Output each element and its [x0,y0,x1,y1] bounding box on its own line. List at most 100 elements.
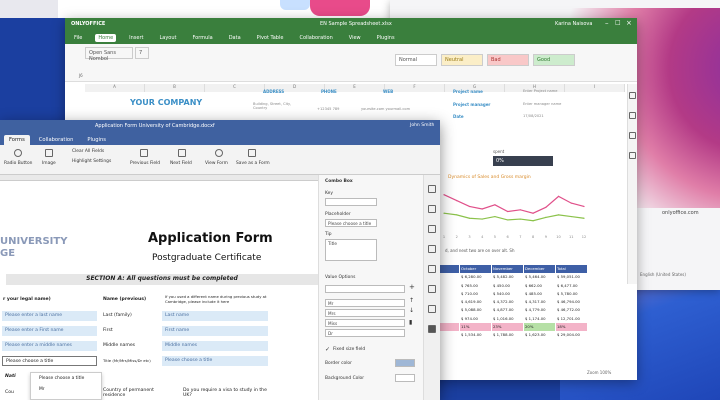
table-cell[interactable]: November [492,265,524,274]
chart-icon[interactable] [629,152,636,159]
table-cell[interactable]: $ 974.00 [460,314,492,324]
style-bad[interactable]: Bad [487,54,529,66]
style-normal[interactable]: Normal [395,54,437,66]
close-icon[interactable]: × [626,19,632,27]
table-cell[interactable]: $ 4,779.00 [524,306,556,315]
cell-reference[interactable]: J6 [79,73,83,78]
table-cell[interactable]: Total [556,265,588,274]
table-cell[interactable]: $ 540.00 [492,289,524,299]
table-cell[interactable]: $ 4,317.00 [524,298,556,307]
date-value[interactable]: 17/08/2021 [523,114,544,118]
table-icon[interactable] [629,112,636,119]
previous-last-name-field[interactable]: Last name [162,311,268,321]
table-cell[interactable]: $ 450.00 [492,281,524,290]
tab-plugins[interactable]: Plugins [82,135,111,145]
table-cell[interactable]: $ 29,004.00 [556,331,588,340]
previous-field-button[interactable]: Previous Field [130,161,160,166]
previous-middle-names-field[interactable]: Middle names [162,341,268,351]
title-combo-box[interactable]: Please choose a title [2,356,97,366]
table-cell[interactable]: $ 662.00 [524,281,556,290]
option-item[interactable]: Dr [325,329,405,337]
zoom-status[interactable]: Zoom 100% [587,370,611,375]
add-option-icon[interactable]: + [409,283,415,291]
column-header[interactable]: F [385,84,445,92]
menu-pivot-table[interactable]: Pivot Table [254,34,287,42]
option-item[interactable]: Miss [325,319,405,327]
eye-icon[interactable] [215,149,223,157]
column-header[interactable]: A [85,84,145,92]
table-cell[interactable]: $ 710.00 [460,289,492,299]
delete-option-icon[interactable]: ▮ [409,319,412,326]
table-cell[interactable]: $ 1,534.00 [460,331,492,340]
table-cell[interactable]: December [524,265,556,274]
image-icon[interactable] [629,132,636,139]
table-cell[interactable]: $ 5,780.00 [556,289,588,299]
tab-forms[interactable]: Forms [4,135,30,145]
project-manager-value[interactable]: Enter manager name [523,102,561,106]
menu-insert[interactable]: Insert [126,34,146,42]
shape-icon[interactable] [428,245,436,253]
table-cell[interactable]: 18% [556,323,588,332]
text-art-icon[interactable] [428,285,436,293]
column-header[interactable]: I [565,84,625,92]
dropdown-option[interactable]: Please choose a title [31,373,101,384]
previous-field-icon[interactable] [140,149,148,157]
table-icon[interactable] [428,205,436,213]
table-cell[interactable]: $ 5,464.00 [524,273,556,282]
move-down-icon[interactable]: ↓ [409,307,414,314]
menu-collaboration[interactable]: Collaboration [296,34,335,42]
settings-icon[interactable] [629,92,636,99]
column-header[interactable]: B [145,84,205,92]
project-name-value[interactable]: Enter Project name [523,89,557,93]
table-cell[interactable]: $ 46,772.00 [556,306,588,315]
paragraph-icon[interactable] [428,185,436,193]
table-cell[interactable]: 20% [524,323,556,332]
dropdown-option[interactable]: Mr [31,384,101,395]
table-cell[interactable]: 11% [460,323,492,332]
table-cell[interactable]: $ 4,372.00 [492,298,524,307]
clear-all-fields-button[interactable]: Clear All Fields [72,149,104,154]
table-cell[interactable]: $ 1,016.00 [492,314,524,324]
menu-layout[interactable]: Layout [156,34,179,42]
table-cell[interactable]: $ 4,877.00 [492,306,524,315]
image-icon[interactable] [45,149,53,157]
table-cell[interactable]: $ 1,174.00 [524,314,556,324]
column-header[interactable]: C [205,84,265,92]
image-icon[interactable] [428,225,436,233]
style-good[interactable]: Good [533,54,575,66]
menu-plugins[interactable]: Plugins [374,34,398,42]
table-cell[interactable]: $ 4,619.00 [460,298,492,307]
chart-icon[interactable] [428,265,436,273]
menu-data[interactable]: Data [226,34,244,42]
border-color-picker[interactable] [395,359,415,367]
fixed-size-checkbox[interactable]: ✓ [325,346,330,353]
previous-first-name-field[interactable]: First name [162,326,268,336]
placeholder-input[interactable]: Please choose a title [325,219,377,227]
menu-formula[interactable]: Formula [189,34,215,42]
background-color-picker[interactable] [395,374,415,382]
table-cell[interactable]: $ 5,482.00 [492,273,524,282]
radio-button-label[interactable]: Radio Button [4,161,32,166]
menu-view[interactable]: View [346,34,364,42]
move-up-icon[interactable]: ↑ [409,297,414,304]
font-name-select[interactable]: Open Sans Nombol [85,47,133,62]
table-cell[interactable]: $ 6,477.00 [556,281,588,290]
menu-file[interactable]: File [71,34,85,42]
table-cell[interactable]: $ 6,280.00 [460,273,492,282]
table-cell[interactable]: $ 765.00 [460,281,492,290]
new-option-input[interactable] [325,285,405,293]
signature-icon[interactable] [428,305,436,313]
middle-names-field[interactable]: Please enter a middle names [2,341,97,351]
table-cell[interactable]: 23% [492,323,524,332]
save-as-form-button[interactable]: Save as a Form [236,161,270,166]
radio-button-icon[interactable] [14,149,22,157]
image-label[interactable]: Image [42,161,56,166]
minimize-icon[interactable]: – [605,19,609,27]
table-cell[interactable]: $ 485.00 [524,289,556,299]
highlight-settings-button[interactable]: Highlight Settings [72,159,111,164]
previous-title-field[interactable]: Please choose a title [162,356,268,366]
last-name-field[interactable]: Please enter a last name [2,311,97,321]
first-name-field[interactable]: Please enter a First name [2,326,97,336]
next-field-icon[interactable] [178,149,186,157]
next-field-button[interactable]: Next Field [170,161,192,166]
